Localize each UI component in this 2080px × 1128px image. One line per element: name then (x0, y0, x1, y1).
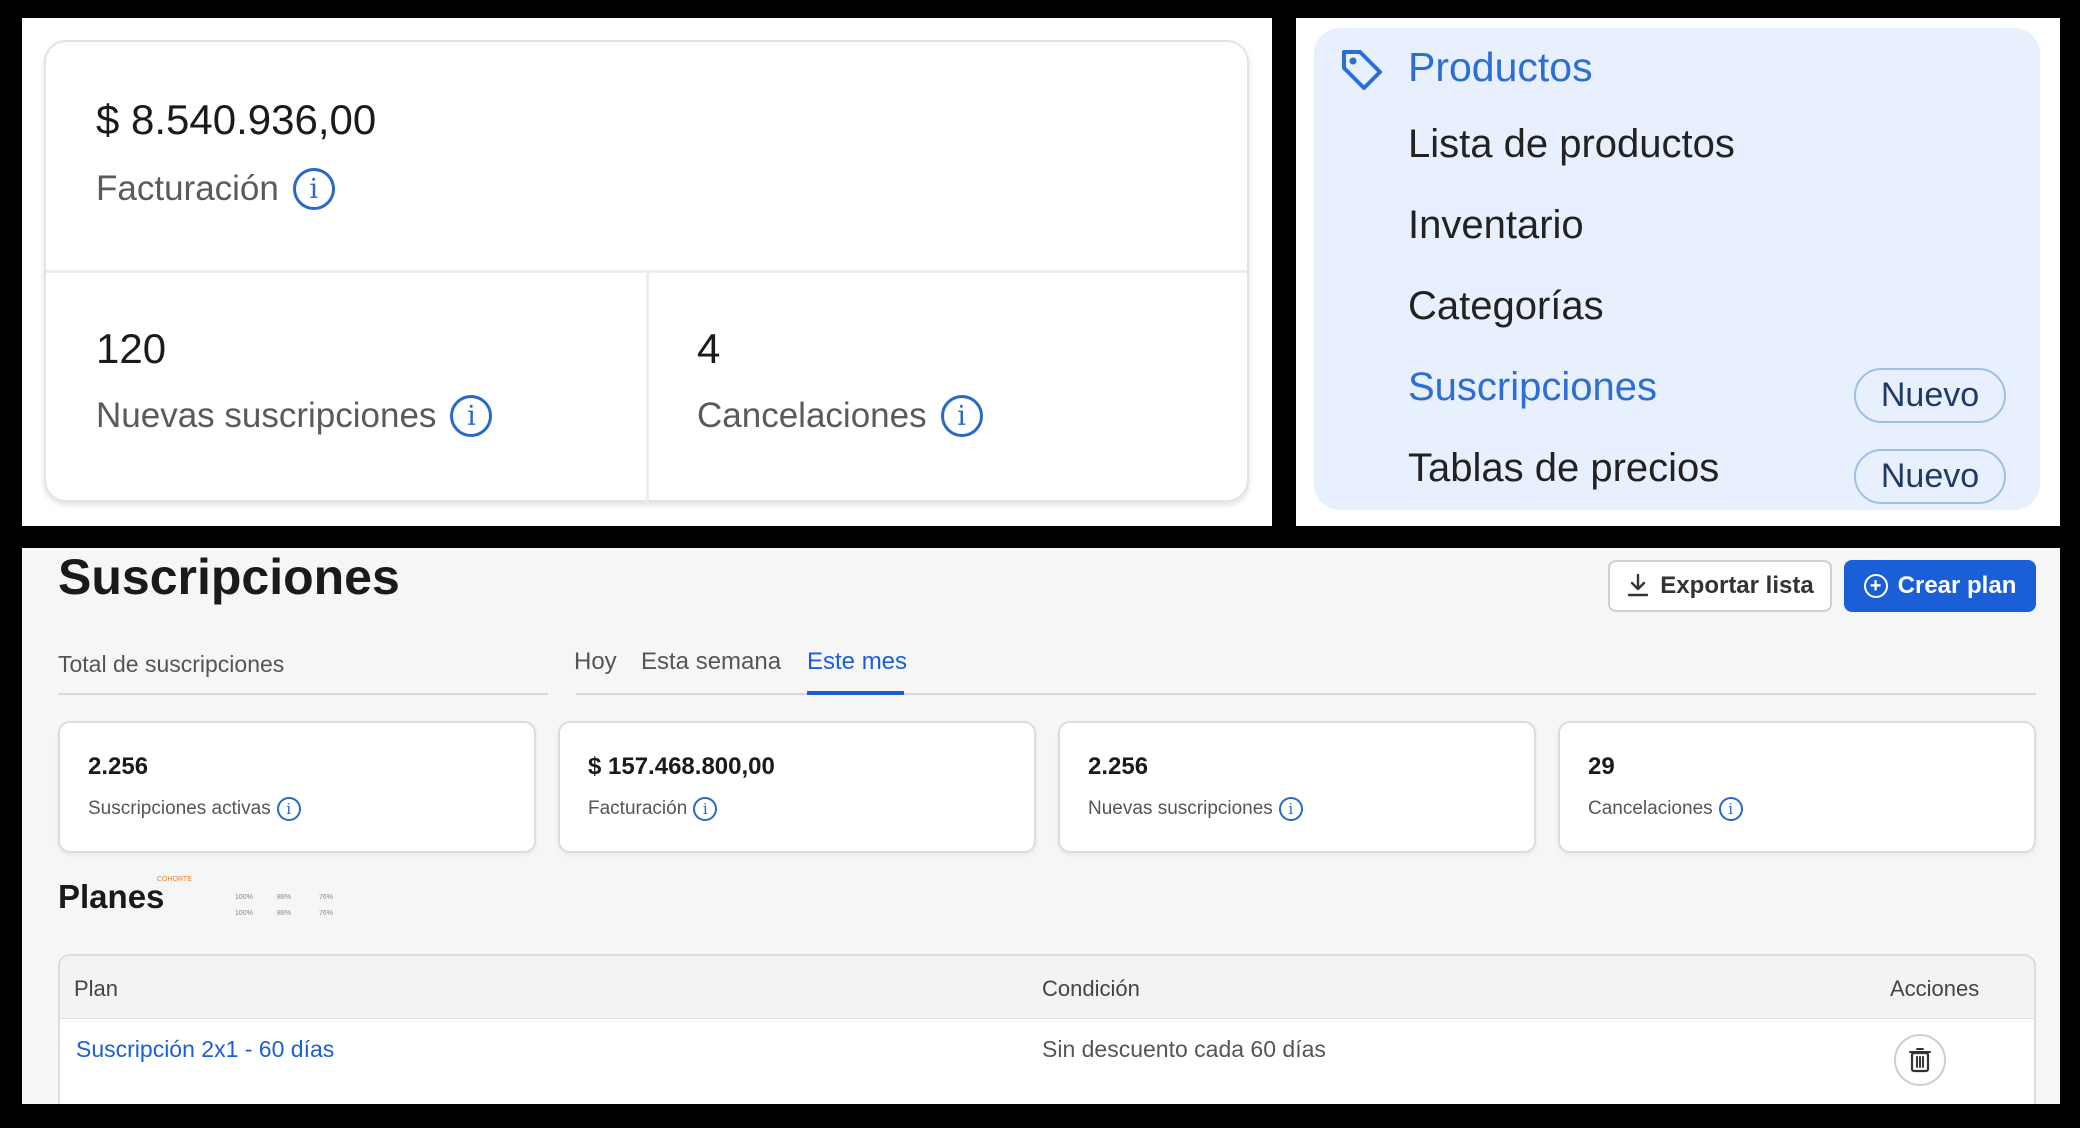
metrics-card: $ 8.540.936,00 Facturación i 120 Nuevas … (44, 40, 1249, 502)
stat-label: Suscripciones activas i (88, 797, 301, 821)
info-icon[interactable]: i (1278, 797, 1303, 821)
menu-item-inventario[interactable]: Inventario (1408, 203, 1584, 248)
cohort-header: COHORTE (157, 876, 192, 883)
info-icon[interactable]: i (276, 797, 301, 821)
stat-label-text: Cancelaciones (1588, 798, 1713, 819)
page-title: Suscripciones (58, 549, 400, 605)
export-list-button[interactable]: Exportar lista (1608, 560, 1832, 612)
stat-value: 2.256 (1088, 753, 1149, 780)
menu-item-tablas-de-precios[interactable]: Tablas de precios (1408, 446, 1719, 491)
subscriptions-page: Suscripciones Exportar lista + Crear pla… (22, 548, 2060, 1104)
column-header-condicion: Condición (1042, 976, 1140, 1001)
metrics-panel: $ 8.540.936,00 Facturación i 120 Nuevas … (22, 18, 1272, 526)
tabs-divider (576, 693, 2036, 695)
stat-card-billing: $ 157.468.800,00 Facturación i (558, 721, 1036, 853)
column-header-plan: Plan (74, 976, 119, 1001)
billing-label: Facturación i (96, 168, 335, 210)
plans-title: Planes (58, 878, 165, 915)
stat-label: Facturación i (588, 797, 718, 821)
divider (58, 693, 548, 695)
billing-label-text: Facturación (96, 169, 279, 208)
new-subscriptions-value: 120 (96, 325, 167, 372)
stat-value: $ 157.468.800,00 (588, 753, 775, 780)
trash-icon (1909, 1048, 1931, 1073)
new-badge: Nuevo (1854, 449, 2006, 504)
cancellations-section: 4 Cancelaciones i (649, 273, 1247, 502)
stat-card-cancellations: 29 Cancelaciones i (1558, 721, 2036, 853)
info-icon[interactable]: i (450, 395, 493, 437)
tab-hoy[interactable]: Hoy (574, 648, 617, 676)
info-icon[interactable]: i (693, 797, 718, 821)
menu-item-suscripciones[interactable]: Suscripciones (1408, 365, 1657, 410)
plus-circle-icon: + (1863, 574, 1888, 598)
column-header-acciones: Acciones (1890, 976, 1980, 1001)
stat-value: 29 (1588, 753, 1615, 780)
menu-item-categorias[interactable]: Categorías (1408, 284, 1604, 329)
billing-value: $ 8.540.936,00 (96, 96, 377, 143)
menu-item-lista-de-productos[interactable]: Lista de productos (1408, 122, 1735, 167)
billing-section: $ 8.540.936,00 Facturación i (46, 42, 1247, 273)
stat-card-active-subscriptions: 2.256 Suscripciones activas i (58, 721, 536, 853)
cohort-cell: 76% (319, 910, 334, 917)
table-header: Plan Condición Acciones (60, 956, 2034, 1019)
stat-value: 2.256 (88, 753, 149, 780)
products-menu-panel: Productos Lista de productos Inventario … (1296, 18, 2060, 526)
download-icon (1628, 573, 1649, 597)
new-subscriptions-label: Nuevas suscripciones i (96, 395, 493, 437)
create-plan-label: Crear plan (1897, 572, 2017, 599)
new-badge: Nuevo (1854, 368, 2006, 423)
products-menu: Productos Lista de productos Inventario … (1314, 28, 2040, 510)
cohort-cell: 76% (319, 894, 334, 901)
cancellations-value: 4 (697, 325, 721, 372)
info-icon[interactable]: i (940, 395, 983, 437)
cohort-cell: 100% (235, 894, 253, 901)
create-plan-button[interactable]: + Crear plan (1844, 560, 2036, 612)
total-subscriptions-label: Total de suscripciones (58, 651, 285, 677)
new-subscriptions-section: 120 Nuevas suscripciones i (46, 273, 649, 502)
stat-label-text: Nuevas suscripciones (1088, 798, 1273, 819)
tab-este-mes[interactable]: Este mes (807, 648, 907, 676)
cancellations-label: Cancelaciones i (697, 395, 983, 437)
plan-link[interactable]: Suscripción 2x1 - 60 días (76, 1036, 334, 1063)
stat-label-text: Facturación (588, 798, 688, 819)
stat-card-new-subscriptions: 2.256 Nuevas suscripciones i (1058, 721, 1536, 853)
info-icon[interactable]: i (1718, 797, 1743, 821)
cohort-cell: 88% (277, 910, 292, 917)
menu-header-productos[interactable]: Productos (1408, 44, 1593, 91)
stat-label: Cancelaciones i (1588, 797, 1743, 821)
new-subscriptions-label-text: Nuevas suscripciones (96, 396, 437, 435)
plan-condition: Sin descuento cada 60 días (1042, 1036, 1326, 1062)
stat-label-text: Suscripciones activas (88, 798, 271, 819)
delete-button[interactable] (1894, 1034, 1946, 1086)
cohort-cell: 88% (277, 894, 292, 901)
cohort-overlay: COHORTE 100% 88% 76% 100% 88% 76% (157, 876, 357, 917)
info-icon[interactable]: i (292, 168, 335, 210)
cohort-cell: 100% (235, 910, 253, 917)
tab-esta-semana[interactable]: Esta semana (641, 648, 781, 676)
tag-icon (1342, 50, 1382, 90)
plans-table: Plan Condición Acciones Suscripción 2x1 … (58, 954, 2036, 1104)
cancellations-label-text: Cancelaciones (697, 396, 927, 435)
active-tab-indicator (807, 691, 904, 695)
stat-label: Nuevas suscripciones i (1088, 797, 1303, 821)
export-list-label: Exportar lista (1660, 572, 1814, 599)
